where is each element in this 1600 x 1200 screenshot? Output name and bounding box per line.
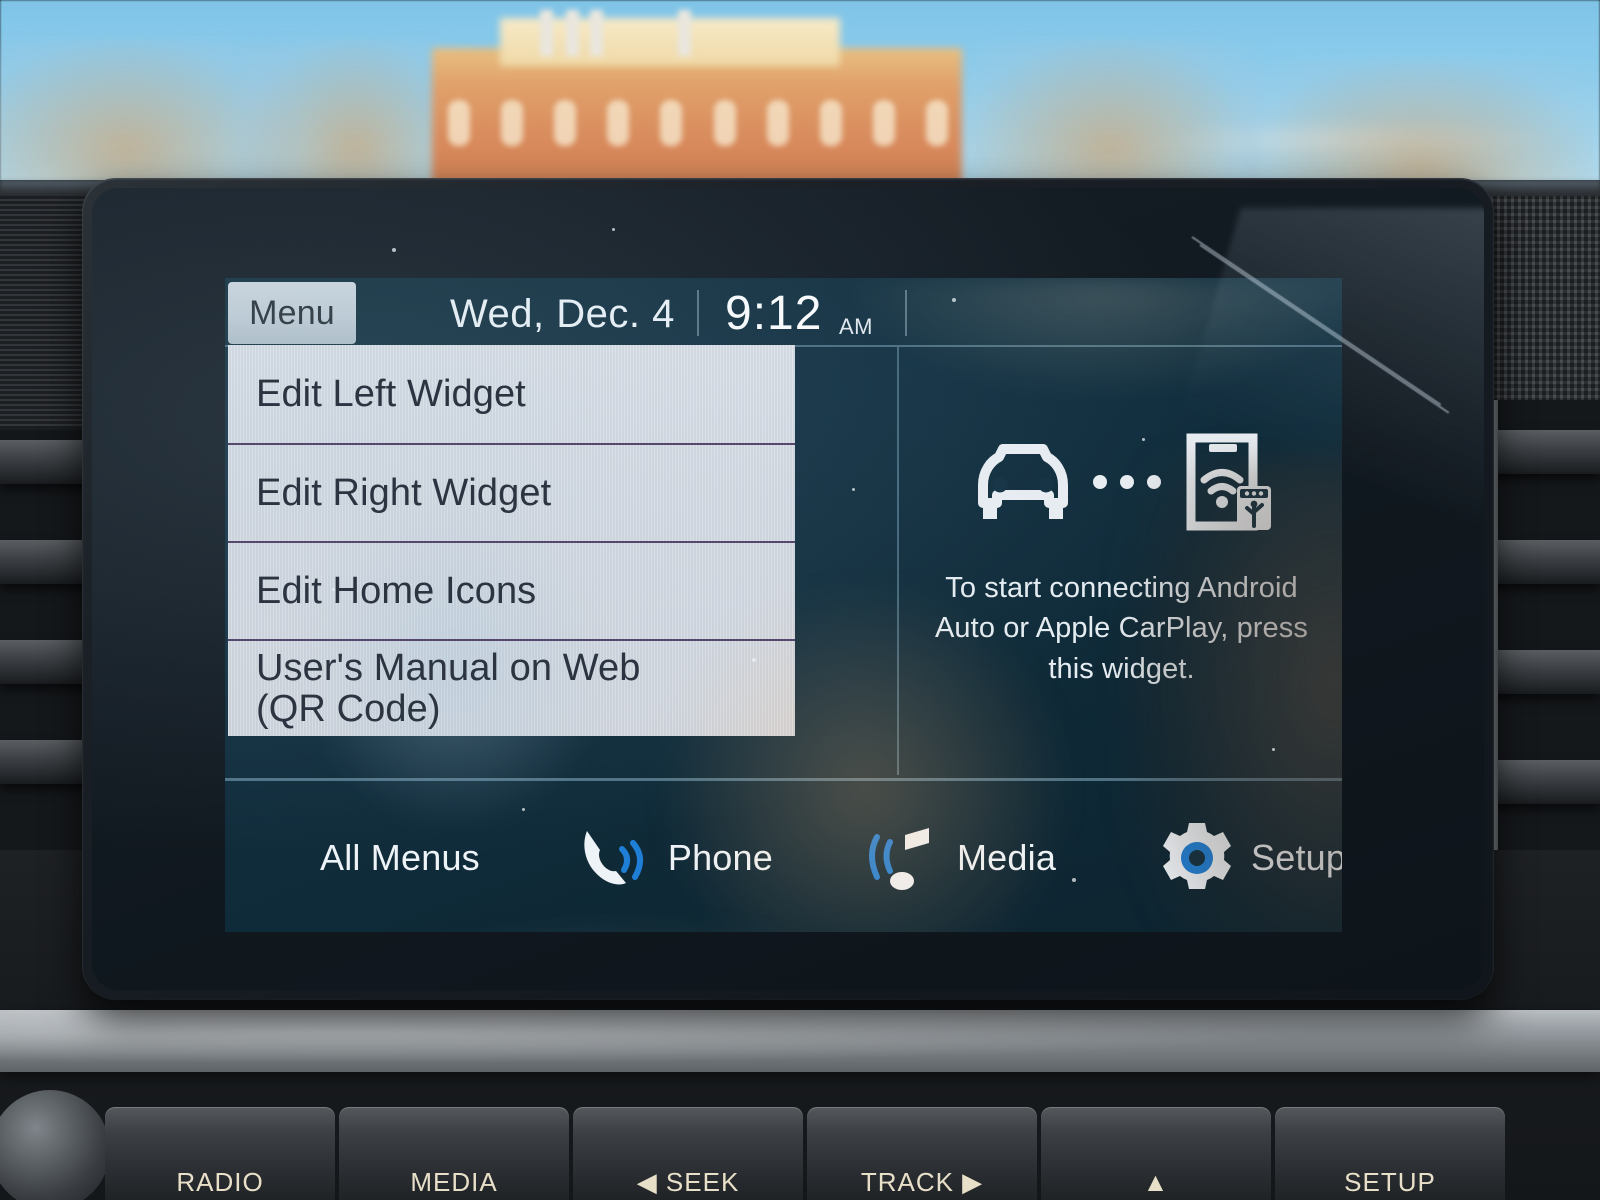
status-divider — [697, 290, 699, 336]
status-time: 9:12 — [725, 287, 823, 340]
menu-item-label-line1: User's Manual on Web — [256, 646, 641, 689]
hardware-button-label: RADIO — [176, 1167, 264, 1197]
hardware-button-media[interactable]: MEDIA — [339, 1107, 569, 1200]
hardware-button-label: SETUP — [1344, 1167, 1436, 1197]
chimney-3 — [590, 10, 603, 56]
menu-item-edit-home-icons[interactable]: Edit Home Icons — [228, 541, 795, 639]
menu-item-edit-right-widget[interactable]: Edit Right Widget — [228, 443, 795, 541]
menu-button[interactable]: Menu — [228, 282, 356, 344]
bottom-toolbar: All Menus Phone Media Setup — [225, 783, 1342, 932]
car-icon — [969, 441, 1077, 523]
toolbar-item-label: All Menus — [320, 836, 480, 878]
carplay-android-auto-widget[interactable]: To start connecting Android Auto or Appl… — [901, 348, 1342, 773]
widget-icon-group — [969, 432, 1275, 532]
hardware-button-up[interactable]: ▲ — [1041, 1107, 1271, 1200]
head-unit-glass: Menu Wed, Dec. 4 9:12 AM Edit Left Widge… — [92, 188, 1484, 990]
hardware-button-label: ▲ — [1142, 1167, 1170, 1197]
toolbar-item-label: Media — [956, 836, 1057, 878]
menu-item-label-line2: (QR Code) — [256, 688, 441, 730]
menu-item-label: Edit Home Icons — [256, 569, 537, 612]
status-divider-2 — [905, 290, 907, 336]
widget-message: To start connecting Android Auto or Appl… — [934, 572, 1308, 685]
content-vertical-divider — [897, 347, 899, 775]
hardware-button-track[interactable]: TRACK ▶ — [807, 1107, 1037, 1200]
menu-item-label: Edit Left Widget — [256, 372, 526, 415]
air-vent-right[interactable] — [1480, 400, 1600, 870]
status-date: Wed, Dec. 4 — [450, 292, 675, 336]
menu-item-edit-left-widget[interactable]: Edit Left Widget — [228, 345, 795, 443]
photo-scene: RADIO MEDIA ◀ SEEK TRACK ▶ ▲ SETUP Menu … — [0, 0, 1600, 1200]
music-note-icon — [861, 823, 941, 893]
menu-dropdown[interactable]: Edit Left Widget Edit Right Widget Edit … — [228, 345, 795, 736]
grid-icon — [251, 831, 304, 884]
hardware-button-label: TRACK ▶ — [860, 1167, 984, 1197]
toolbar-item-all-menus[interactable]: All Menus — [251, 783, 480, 932]
phone-wifi-usb-icon — [1177, 432, 1275, 532]
hardware-button-radio[interactable]: RADIO — [105, 1107, 335, 1200]
toolbar-item-phone[interactable]: Phone — [578, 783, 773, 932]
chimney-4 — [678, 10, 691, 56]
hardware-button-label: MEDIA — [410, 1167, 498, 1197]
menu-item-label: Edit Right Widget — [256, 471, 552, 514]
toolbar-item-label: Setup — [1251, 836, 1342, 878]
infotainment-head-unit: Menu Wed, Dec. 4 9:12 AM Edit Left Widge… — [82, 178, 1494, 1000]
hardware-button-seek[interactable]: ◀ SEEK — [573, 1107, 803, 1200]
dashboard-trim-strip — [0, 1010, 1600, 1072]
toolbar-item-media[interactable]: Media — [861, 783, 1056, 932]
hardware-button-label: ◀ SEEK — [636, 1167, 740, 1197]
toolbar-divider — [225, 778, 1342, 781]
toolbar-item-setup[interactable]: Setup — [1159, 783, 1342, 932]
phone-handset-icon — [578, 825, 652, 891]
chimney-1 — [540, 10, 553, 56]
infotainment-screen[interactable]: Menu Wed, Dec. 4 9:12 AM Edit Left Widge… — [225, 278, 1342, 932]
status-ampm: AM — [839, 314, 873, 339]
building-windows — [448, 100, 948, 146]
hardware-button-setup[interactable]: SETUP — [1275, 1107, 1505, 1200]
chimney-2 — [566, 10, 579, 56]
toolbar-item-label: Phone — [667, 836, 773, 878]
gear-icon — [1159, 820, 1235, 896]
hardware-button-row: RADIO MEDIA ◀ SEEK TRACK ▶ ▲ SETUP — [105, 1107, 1505, 1200]
connection-dots-icon — [1092, 475, 1161, 490]
menu-item-users-manual-qr[interactable]: User's Manual on Web (QR Code) — [228, 639, 795, 737]
